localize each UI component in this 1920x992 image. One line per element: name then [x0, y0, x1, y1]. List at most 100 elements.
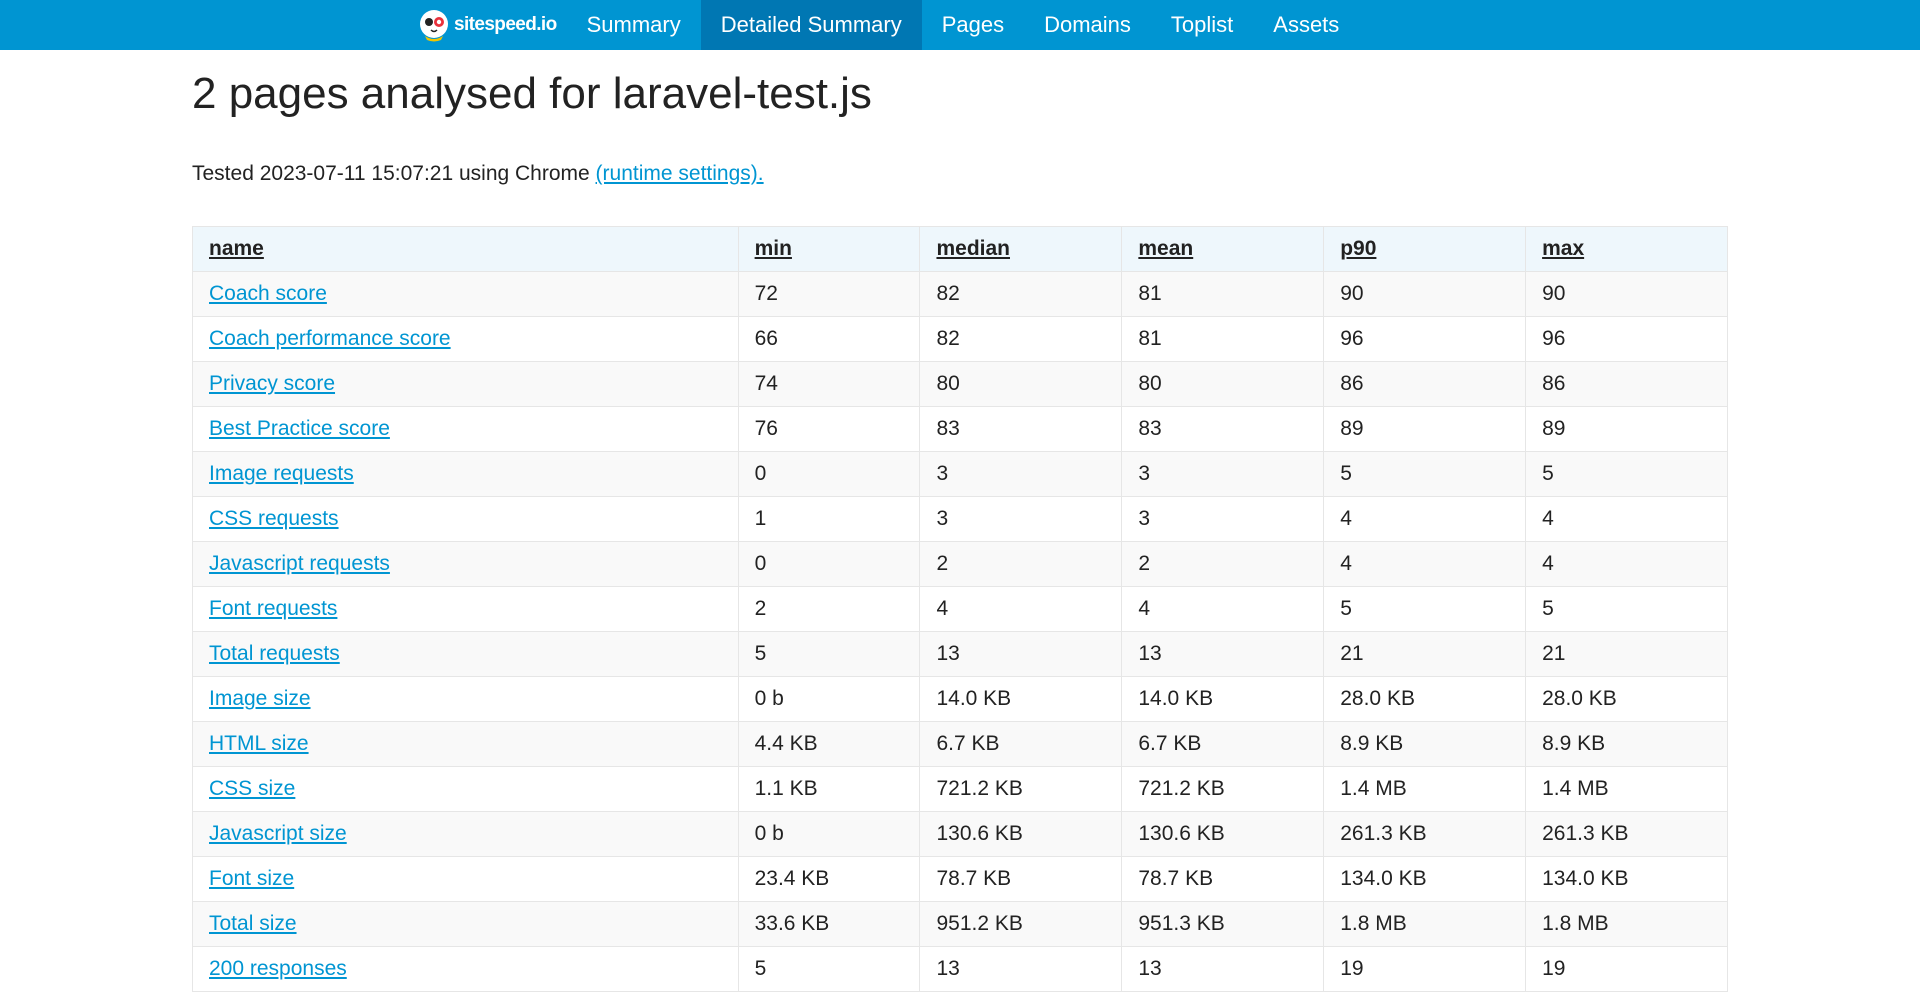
metric-link[interactable]: Font requests — [209, 597, 337, 620]
tested-info: Tested 2023-07-11 15:07:21 using Chrome … — [192, 160, 1728, 188]
metric-p90-cell: 21 — [1323, 631, 1527, 677]
table-row: Privacy score 74 80 80 86 86 — [192, 361, 1728, 407]
nav-domains[interactable]: Domains — [1024, 0, 1151, 50]
metric-max-cell: 134.0 KB — [1525, 856, 1728, 902]
metric-link[interactable]: Coach score — [209, 282, 327, 305]
table-row: Total size 33.6 KB 951.2 KB 951.3 KB 1.8 MB 1… — [192, 901, 1728, 947]
column-header-p90[interactable]: p90 — [1323, 226, 1527, 272]
metric-name-cell: Coach score — [192, 271, 739, 317]
metric-max-cell: 4 — [1525, 541, 1728, 587]
metric-min-cell: 76 — [737, 406, 921, 452]
metric-median-cell: 83 — [919, 406, 1123, 452]
column-header-name[interactable]: name — [192, 226, 739, 272]
metric-max-cell: 86 — [1525, 361, 1728, 407]
detailed-summary-table: name min median mean p90 max Coach score… — [192, 226, 1728, 992]
table-row: Image size 0 b 14.0 KB 14.0 KB 28.0 KB 28.0 K… — [192, 676, 1728, 722]
table-row: HTML size 4.4 KB 6.7 KB 6.7 KB 8.9 KB 8.9 KB — [192, 721, 1728, 767]
page-title: 2 pages analysed for laravel-test.js — [192, 69, 872, 118]
column-header-mean[interactable]: mean — [1121, 226, 1325, 272]
metric-max-cell: 5 — [1525, 586, 1728, 632]
metric-mean-cell: 83 — [1121, 406, 1325, 452]
metric-p90-cell: 86 — [1323, 361, 1527, 407]
metric-name-cell: Image size — [192, 676, 739, 722]
table-row: CSS requests 1 3 3 4 4 — [192, 496, 1728, 542]
metric-max-cell: 261.3 KB — [1525, 811, 1728, 857]
metric-p90-cell: 96 — [1323, 316, 1527, 362]
metric-link[interactable]: Font size — [209, 867, 294, 890]
runtime-settings-link[interactable]: (runtime settings). — [596, 162, 764, 185]
metric-max-cell: 1.8 MB — [1525, 901, 1728, 947]
metric-link[interactable]: Coach performance score — [209, 327, 451, 350]
metric-max-cell: 4 — [1525, 496, 1728, 542]
metric-median-cell: 6.7 KB — [919, 721, 1123, 767]
metric-link[interactable]: Privacy score — [209, 372, 335, 395]
column-header-median[interactable]: median — [919, 226, 1123, 272]
metric-median-cell: 13 — [919, 631, 1123, 677]
metric-min-cell: 0 b — [737, 811, 921, 857]
metric-link[interactable]: Javascript requests — [209, 552, 390, 575]
metric-min-cell: 1.1 KB — [737, 766, 921, 812]
nav-detailed-summary[interactable]: Detailed Summary — [700, 0, 922, 50]
metric-p90-cell: 8.9 KB — [1323, 721, 1527, 767]
metric-max-cell: 19 — [1525, 946, 1728, 992]
metric-mean-cell: 80 — [1121, 361, 1325, 407]
metric-max-cell: 1.4 MB — [1525, 766, 1728, 812]
metric-link[interactable]: Image size — [209, 687, 311, 710]
nav-summary[interactable]: Summary — [567, 0, 701, 50]
metric-mean-cell: 3 — [1121, 496, 1325, 542]
metric-median-cell: 13 — [919, 946, 1123, 992]
metric-link[interactable]: Javascript size — [209, 822, 347, 845]
column-header-max[interactable]: max — [1525, 226, 1728, 272]
metric-name-cell: Font requests — [192, 586, 739, 632]
metric-p90-cell: 89 — [1323, 406, 1527, 452]
table-row: Javascript size 0 b 130.6 KB 130.6 KB 261.3 … — [192, 811, 1728, 857]
metric-mean-cell: 13 — [1121, 946, 1325, 992]
metric-mean-cell: 4 — [1121, 586, 1325, 632]
top-navigation-bar: sitespeed.io Summary Detailed Summary Pa… — [0, 0, 1920, 50]
nav-assets[interactable]: Assets — [1253, 0, 1359, 50]
metric-median-cell: 3 — [919, 496, 1123, 542]
metric-mean-cell: 130.6 KB — [1121, 811, 1325, 857]
metric-mean-cell: 78.7 KB — [1121, 856, 1325, 902]
metric-median-cell: 3 — [919, 451, 1123, 497]
metric-p90-cell: 5 — [1323, 586, 1527, 632]
metric-name-cell: Javascript requests — [192, 541, 739, 587]
metric-mean-cell: 951.3 KB — [1121, 901, 1325, 947]
metric-link[interactable]: CSS requests — [209, 507, 339, 530]
metric-mean-cell: 6.7 KB — [1121, 721, 1325, 767]
metric-median-cell: 14.0 KB — [919, 676, 1123, 722]
nav-toplist[interactable]: Toplist — [1151, 0, 1253, 50]
metric-link[interactable]: Best Practice score — [209, 417, 390, 440]
metric-median-cell: 82 — [919, 316, 1123, 362]
metric-name-cell: Image requests — [192, 451, 739, 497]
metric-min-cell: 66 — [737, 316, 921, 362]
metric-name-cell: Total size — [192, 901, 739, 947]
main-content: 2 pages analysed for laravel-test.js Tes… — [192, 50, 1728, 992]
table-header-row: name min median mean p90 max — [192, 226, 1728, 272]
table-row: Image requests 0 3 3 5 5 — [192, 451, 1728, 497]
metric-link[interactable]: CSS size — [209, 777, 295, 800]
metric-link[interactable]: Total size — [209, 912, 297, 935]
table-row: Font requests 2 4 4 5 5 — [192, 586, 1728, 632]
metric-max-cell: 90 — [1525, 271, 1728, 317]
table-row: Total requests 5 13 13 21 21 — [192, 631, 1728, 677]
brand-name: sitespeed.io — [454, 14, 557, 35]
metric-name-cell: 200 responses — [192, 946, 739, 992]
main-nav: sitespeed.io Summary Detailed Summary Pa… — [417, 0, 1359, 50]
table-row: Coach score 72 82 81 90 90 — [192, 271, 1728, 317]
metric-link[interactable]: HTML size — [209, 732, 309, 755]
metric-mean-cell: 2 — [1121, 541, 1325, 587]
column-header-min[interactable]: min — [737, 226, 921, 272]
metric-p90-cell: 4 — [1323, 541, 1527, 587]
table-row: Font size 23.4 KB 78.7 KB 78.7 KB 134.0 KB 13… — [192, 856, 1728, 902]
metric-median-cell: 721.2 KB — [919, 766, 1123, 812]
metric-link[interactable]: Image requests — [209, 462, 354, 485]
metric-min-cell: 0 — [737, 451, 921, 497]
nav-pages[interactable]: Pages — [922, 0, 1024, 50]
metric-name-cell: CSS requests — [192, 496, 739, 542]
metric-link[interactable]: Total requests — [209, 642, 340, 665]
metric-min-cell: 33.6 KB — [737, 901, 921, 947]
metric-name-cell: CSS size — [192, 766, 739, 812]
metric-p90-cell: 1.4 MB — [1323, 766, 1527, 812]
brand-logo-link[interactable]: sitespeed.io — [417, 0, 557, 50]
